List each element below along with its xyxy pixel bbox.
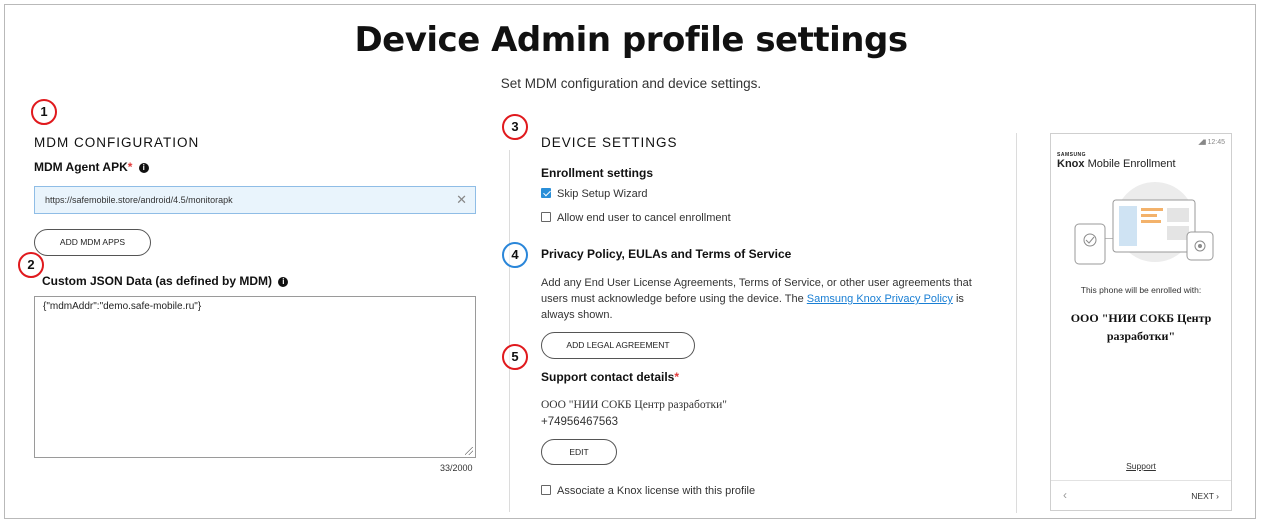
privacy-text-line-2: users must acknowledge before using the … bbox=[541, 291, 991, 307]
mdm-section-title: MDM CONFIGURATION bbox=[34, 135, 200, 150]
annotation-marker-4: 4 bbox=[502, 242, 528, 268]
phone-footer-divider bbox=[1051, 480, 1231, 481]
signal-icon: ◢▮ bbox=[1198, 139, 1206, 146]
knox-product-name: Mobile Enrollment bbox=[1087, 158, 1176, 170]
allow-cancel-label: Allow end user to cancel enrollment bbox=[557, 212, 731, 224]
char-counter: 33/2000 bbox=[440, 463, 473, 473]
allow-cancel-checkbox[interactable] bbox=[541, 212, 551, 222]
organization-name: ООО "НИИ СОКБ Центр разработки" bbox=[1051, 309, 1231, 345]
mdm-apk-label-text: MDM Agent APK bbox=[34, 160, 128, 174]
annotation-marker-1: 1 bbox=[31, 99, 57, 125]
column-divider bbox=[509, 150, 510, 512]
associate-license-label: Associate a Knox license with this profi… bbox=[557, 485, 756, 497]
privacy-text-suffix: is bbox=[955, 293, 964, 305]
skip-setup-wizard-label: Skip Setup Wizard bbox=[557, 188, 648, 200]
custom-json-label-text: Custom JSON Data (as defined by MDM) bbox=[42, 274, 273, 288]
info-icon[interactable]: i bbox=[278, 277, 289, 287]
annotation-marker-3: 3 bbox=[502, 114, 528, 140]
clear-icon[interactable]: ✕ bbox=[456, 187, 467, 213]
organization-name-line-1: ООО "НИИ СОКБ Центр bbox=[1070, 311, 1212, 325]
resize-grip-icon[interactable] bbox=[465, 447, 473, 455]
support-contact-label-text: Support contact details bbox=[541, 370, 675, 384]
status-time: 12:45 bbox=[1207, 139, 1225, 146]
add-legal-agreement-button[interactable]: ADD LEGAL AGREEMENT bbox=[541, 332, 695, 359]
back-chevron-icon[interactable]: ‹ bbox=[1063, 488, 1067, 502]
skip-setup-wizard-checkbox[interactable] bbox=[541, 188, 551, 198]
knox-brand: Knox Mobile Enrollment bbox=[1057, 158, 1176, 170]
custom-json-value: {"mdmAddr":"demo.safe-mobile.ru"} bbox=[43, 301, 202, 312]
support-link[interactable]: Support bbox=[1051, 461, 1231, 471]
add-mdm-apps-button[interactable]: ADD MDM APPS bbox=[34, 229, 151, 256]
status-bar: ◢▮ 12:45 bbox=[1198, 138, 1225, 146]
allow-cancel-option[interactable]: Allow end user to cancel enrollment bbox=[541, 210, 731, 226]
enrollment-illustration bbox=[1074, 182, 1214, 265]
mdm-apk-label: MDM Agent APK* i bbox=[34, 160, 149, 174]
knox-logo-text: Knox bbox=[1057, 158, 1085, 170]
enrollment-settings-label: Enrollment settings bbox=[541, 166, 654, 180]
privacy-policy-description: Add any End User License Agreements, Ter… bbox=[541, 275, 991, 323]
device-section-title: DEVICE SETTINGS bbox=[541, 135, 678, 150]
support-contact-phone: +74956467563 bbox=[541, 416, 619, 428]
organization-name-line-2: разработки" bbox=[1106, 329, 1176, 343]
annotation-marker-2: 2 bbox=[18, 252, 44, 278]
preview-divider bbox=[1016, 133, 1017, 513]
privacy-text-prefix: users must acknowledge before using the … bbox=[541, 293, 804, 305]
associate-license-checkbox[interactable] bbox=[541, 485, 551, 495]
samsung-knox-privacy-policy-link[interactable]: Samsung Knox Privacy Policy bbox=[807, 293, 953, 305]
info-icon[interactable]: i bbox=[138, 163, 149, 173]
custom-json-label: Custom JSON Data (as defined by MDM) i bbox=[42, 274, 289, 288]
required-mark: * bbox=[674, 370, 680, 384]
page-title: Device Admin profile settings bbox=[354, 20, 908, 60]
mdm-apk-input[interactable]: https://safemobile.store/android/4.5/mon… bbox=[34, 186, 476, 214]
edit-support-button[interactable]: EDIT bbox=[541, 439, 617, 465]
next-button[interactable]: NEXT › bbox=[1191, 491, 1219, 501]
privacy-policy-label: Privacy Policy, EULAs and Terms of Servi… bbox=[541, 247, 792, 261]
skip-setup-wizard-option[interactable]: Skip Setup Wizard bbox=[541, 186, 647, 202]
support-contact-label: Support contact details* bbox=[541, 370, 679, 384]
page-subtitle: Set MDM configuration and device setting… bbox=[500, 76, 762, 91]
enrolled-with-text: This phone will be enrolled with: bbox=[1080, 285, 1202, 295]
required-mark: * bbox=[127, 160, 133, 174]
mdm-apk-input-value: https://safemobile.store/android/4.5/mon… bbox=[45, 195, 233, 205]
privacy-text-line-3: always shown. bbox=[541, 309, 613, 321]
custom-json-textarea[interactable]: {"mdmAddr":"demo.safe-mobile.ru"} bbox=[34, 296, 476, 458]
annotation-marker-5: 5 bbox=[502, 344, 528, 370]
phone-preview: ◢▮ 12:45 SAMSUNG Knox Mobile Enrollment … bbox=[1050, 133, 1232, 511]
associate-license-option[interactable]: Associate a Knox license with this profi… bbox=[541, 483, 755, 499]
privacy-text-line-1: Add any End User License Agreements, Ter… bbox=[541, 277, 972, 289]
support-contact-name: ООО "НИИ СОКБ Центр разработки" bbox=[541, 399, 727, 411]
